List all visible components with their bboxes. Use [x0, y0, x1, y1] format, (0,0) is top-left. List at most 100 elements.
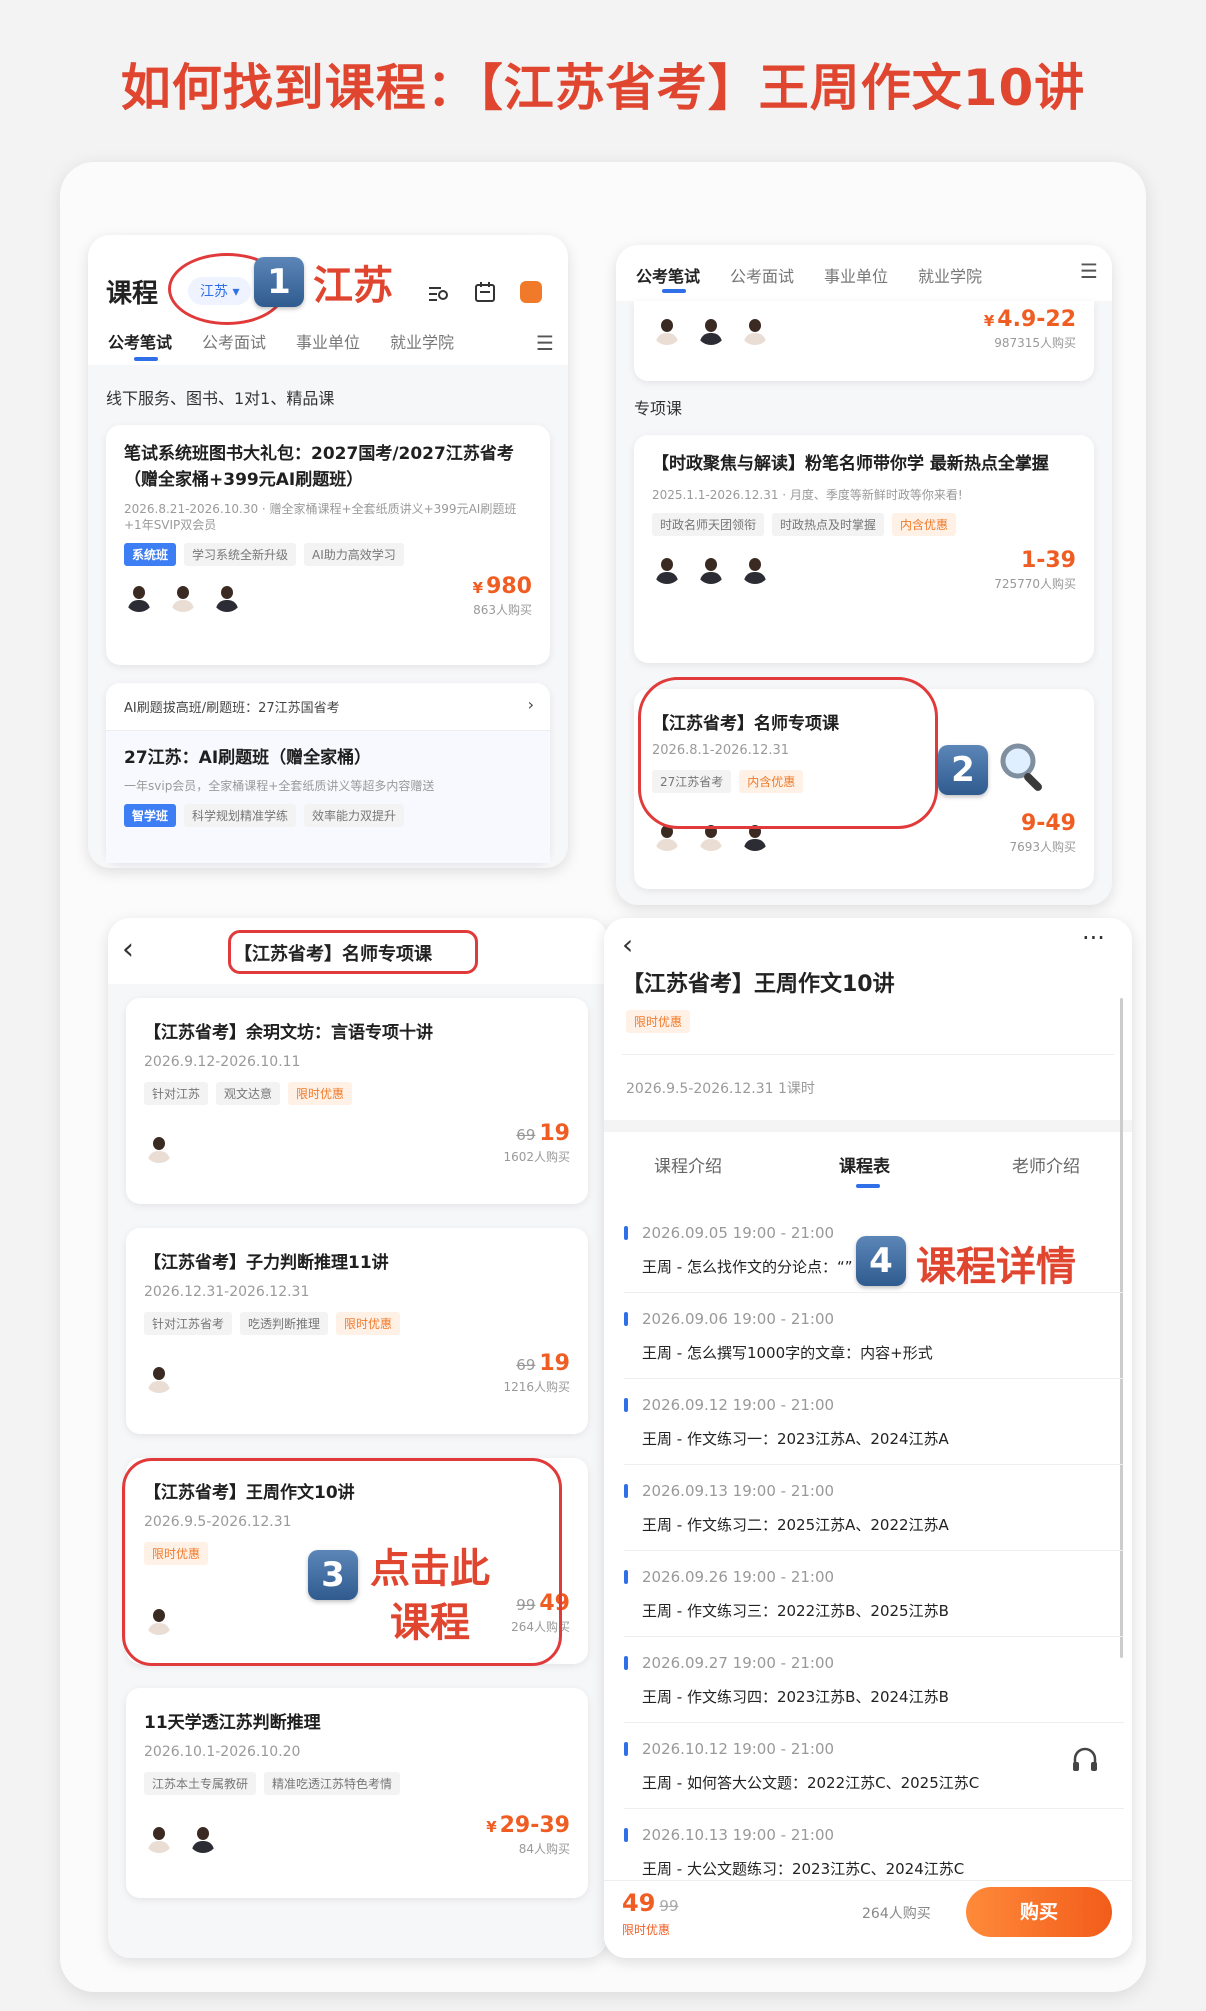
panel2-tabs: 公考笔试 公考面试 事业单位 就业学院 — [636, 263, 1012, 287]
section-label: 线下服务、图书、1对1、精品课 — [106, 389, 335, 408]
course-card[interactable]: 【江苏省考】余玥文坊：言语专项十讲 2026.9.12-2026.10.11 针… — [126, 998, 588, 1204]
calendar-icon[interactable] — [474, 281, 496, 303]
avatar — [212, 582, 242, 612]
tab-institution[interactable]: 事业单位 — [296, 333, 360, 352]
old-price: 99 — [659, 1897, 679, 1915]
schedule-item[interactable]: 2026.10.12 19:00 - 21:00 王周 - 如何答大公文题：202… — [624, 1740, 1124, 1793]
panel-course-list: 课程 江苏 ▾ 1 江苏 公考笔试 公考面试 事业单位 就业学院 ☰ 线下服务、图书、… — [88, 235, 568, 868]
chevron-right-icon[interactable]: › — [528, 695, 534, 714]
product-card-partial[interactable]: ¥4.9-22 987315人购买 — [634, 301, 1094, 381]
tab-career[interactable]: 就业学院 — [918, 267, 982, 286]
tab-institution[interactable]: 事业单位 — [824, 267, 888, 286]
buyer-count: 7693人购买 — [1009, 840, 1076, 854]
annotation-course-detail: 课程详情 — [916, 1244, 1076, 1290]
magnifier-icon — [1000, 743, 1042, 791]
course-date: 2026.10.1-2026.10.20 — [144, 1744, 301, 1760]
card-title: 笔试系统班图书大礼包：2027国考/2027江苏省考（赠全家桶+399元AI刷题… — [124, 444, 514, 490]
course-card[interactable]: 11天学透江苏判断推理 2026.10.1-2026.10.20 江苏本土专属教… — [126, 1688, 588, 1898]
panel1-title: 课程 — [106, 279, 159, 309]
avatar — [740, 554, 770, 584]
buy-button[interactable]: 购买 — [966, 1887, 1112, 1937]
tag-promo: 内含优惠 — [892, 513, 957, 536]
tag: 时政名师天团领衔 — [652, 513, 765, 536]
panel-jiangsu-courses: ‹ 【江苏省考】名师专项课 【江苏省考】余玥文坊：言语专项十讲 2026.9.1… — [108, 918, 608, 1958]
divider — [622, 1054, 1114, 1055]
course-date: 2026.12.31-2026.12.31 — [144, 1284, 310, 1300]
schedule-item[interactable]: 2026.09.12 19:00 - 21:00 王周 - 作文练习一：2023江… — [624, 1396, 1124, 1449]
menu-icon[interactable]: ☰ — [1080, 259, 1098, 283]
avatar — [144, 1133, 174, 1163]
course-card[interactable]: 【江苏省考】子力判断推理11讲 2026.12.31-2026.12.31 针对… — [126, 1228, 588, 1434]
tag: 江苏本土专属教研 — [144, 1772, 257, 1795]
lesson-title: 王周 - 作文练习三：2022江苏B、2025江苏B — [642, 1602, 949, 1620]
product-card[interactable]: 笔试系统班图书大礼包：2027国考/2027江苏省考（赠全家桶+399元AI刷题… — [106, 425, 550, 665]
tag: 针对江苏省考 — [144, 1312, 233, 1335]
more-icon[interactable]: ··· — [1082, 924, 1105, 952]
tab-schedule[interactable]: 课程表 — [839, 1152, 890, 1177]
annotation-jiangsu: 江苏 — [313, 263, 393, 309]
tab-career[interactable]: 就业学院 — [390, 333, 454, 352]
step-badge-1: 1 — [254, 257, 304, 307]
tab-interview[interactable]: 公考面试 — [202, 333, 266, 352]
schedule-item[interactable]: 2026.09.26 19:00 - 21:00 王周 - 作文练习三：2022江… — [624, 1568, 1124, 1621]
tab-interview[interactable]: 公考面试 — [730, 267, 794, 286]
lesson-title: 王周 - 怎么撰写1000字的文章：内容+形式 — [642, 1344, 933, 1362]
course-title: 11天学透江苏判断推理 — [144, 1713, 321, 1733]
chat-icon[interactable] — [520, 281, 542, 303]
avatar — [740, 315, 770, 345]
menu-icon[interactable]: ☰ — [536, 331, 554, 355]
panel-course-detail: ‹ ··· 【江苏省考】王周作文10讲 限时优惠 2026.9.5-2026.1… — [604, 918, 1132, 1958]
avatar — [652, 554, 682, 584]
tab-written[interactable]: 公考笔试 — [636, 267, 700, 286]
buyer-count: 863人购买 — [473, 603, 532, 617]
tab-intro[interactable]: 课程介绍 — [654, 1152, 722, 1177]
price: ¥29-39 — [486, 1813, 570, 1838]
avatar — [168, 582, 198, 612]
buyer-count: 725770人购买 — [994, 577, 1076, 591]
card-title: 27江苏：AI刷题班（赠全家桶） — [124, 748, 372, 768]
annotation-line: 点击此 — [370, 1546, 490, 1592]
tag: 精准吃透江苏特色考情 — [264, 1772, 401, 1795]
tab-underline — [662, 289, 686, 293]
tab-written[interactable]: 公考笔试 — [108, 333, 172, 352]
annotation-click-course: 点击此 课程 — [370, 1542, 490, 1650]
price: 69 19 — [516, 1121, 570, 1146]
tag: 效率能力双提升 — [304, 804, 405, 827]
section-label: 专项课 — [634, 399, 683, 418]
tag-system-class: 系统班 — [124, 543, 177, 566]
price: ¥980 — [472, 574, 532, 599]
tab-teacher[interactable]: 老师介绍 — [1012, 1152, 1080, 1177]
tag-promo: 限时优惠 — [288, 1082, 353, 1105]
card-desc: 2026.8.21-2026.10.30 · 赠全家桶课程+全套纸质讲义+399… — [124, 502, 517, 532]
schedule-item[interactable]: 2026.10.13 19:00 - 21:00 王周 - 大公文题练习：2023… — [624, 1826, 1124, 1879]
annotation-circle-title — [228, 930, 478, 974]
avatar — [188, 1823, 218, 1853]
lesson-time: 2026.09.26 19:00 - 21:00 — [624, 1568, 1124, 1586]
tag-promo: 限时优惠 — [336, 1312, 401, 1335]
tab-underline — [134, 357, 158, 361]
avatar — [652, 315, 682, 345]
product-card[interactable]: AI刷题拔高班/刷题班：27江苏国省考 › 27江苏：AI刷题班（赠全家桶） 一… — [106, 683, 550, 863]
buyer-count: 1216人购买 — [503, 1380, 570, 1394]
search-icon[interactable] — [428, 283, 450, 303]
price: 9-49 — [1020, 811, 1076, 836]
step-badge-2: 2 — [938, 745, 988, 795]
promo-badge: 限时优惠 — [626, 1010, 691, 1033]
lesson-time: 2026.09.12 19:00 - 21:00 — [624, 1396, 1124, 1414]
lesson-time: 2026.09.13 19:00 - 21:00 — [624, 1482, 1124, 1500]
back-icon[interactable]: ‹ — [622, 928, 633, 961]
lesson-time: 2026.10.13 19:00 - 21:00 — [624, 1826, 1124, 1844]
lesson-time: 2026.09.27 19:00 - 21:00 — [624, 1654, 1124, 1672]
tag: 吃透判断推理 — [240, 1312, 329, 1335]
product-card[interactable]: 【时政聚焦与解读】粉笔名师带你学 最新热点全掌握 2025.1.1-2026.1… — [634, 435, 1094, 663]
buyer-count: 1602人购买 — [503, 1150, 570, 1164]
section-gap — [604, 1120, 1132, 1132]
avatar — [696, 315, 726, 345]
schedule-item[interactable]: 2026.09.13 19:00 - 21:00 王周 - 作文练习二：2025江… — [624, 1482, 1124, 1535]
bottom-promo: 限时优惠 — [622, 1923, 671, 1937]
schedule-item[interactable]: 2026.09.06 19:00 - 21:00 王周 - 怎么撰写1000字的文… — [624, 1310, 1124, 1363]
headphone-icon[interactable] — [1070, 1744, 1100, 1774]
tab-underline — [856, 1184, 880, 1188]
back-icon[interactable]: ‹ — [122, 932, 134, 967]
schedule-item[interactable]: 2026.09.27 19:00 - 21:00 王周 - 作文练习四：2023江… — [624, 1654, 1124, 1707]
